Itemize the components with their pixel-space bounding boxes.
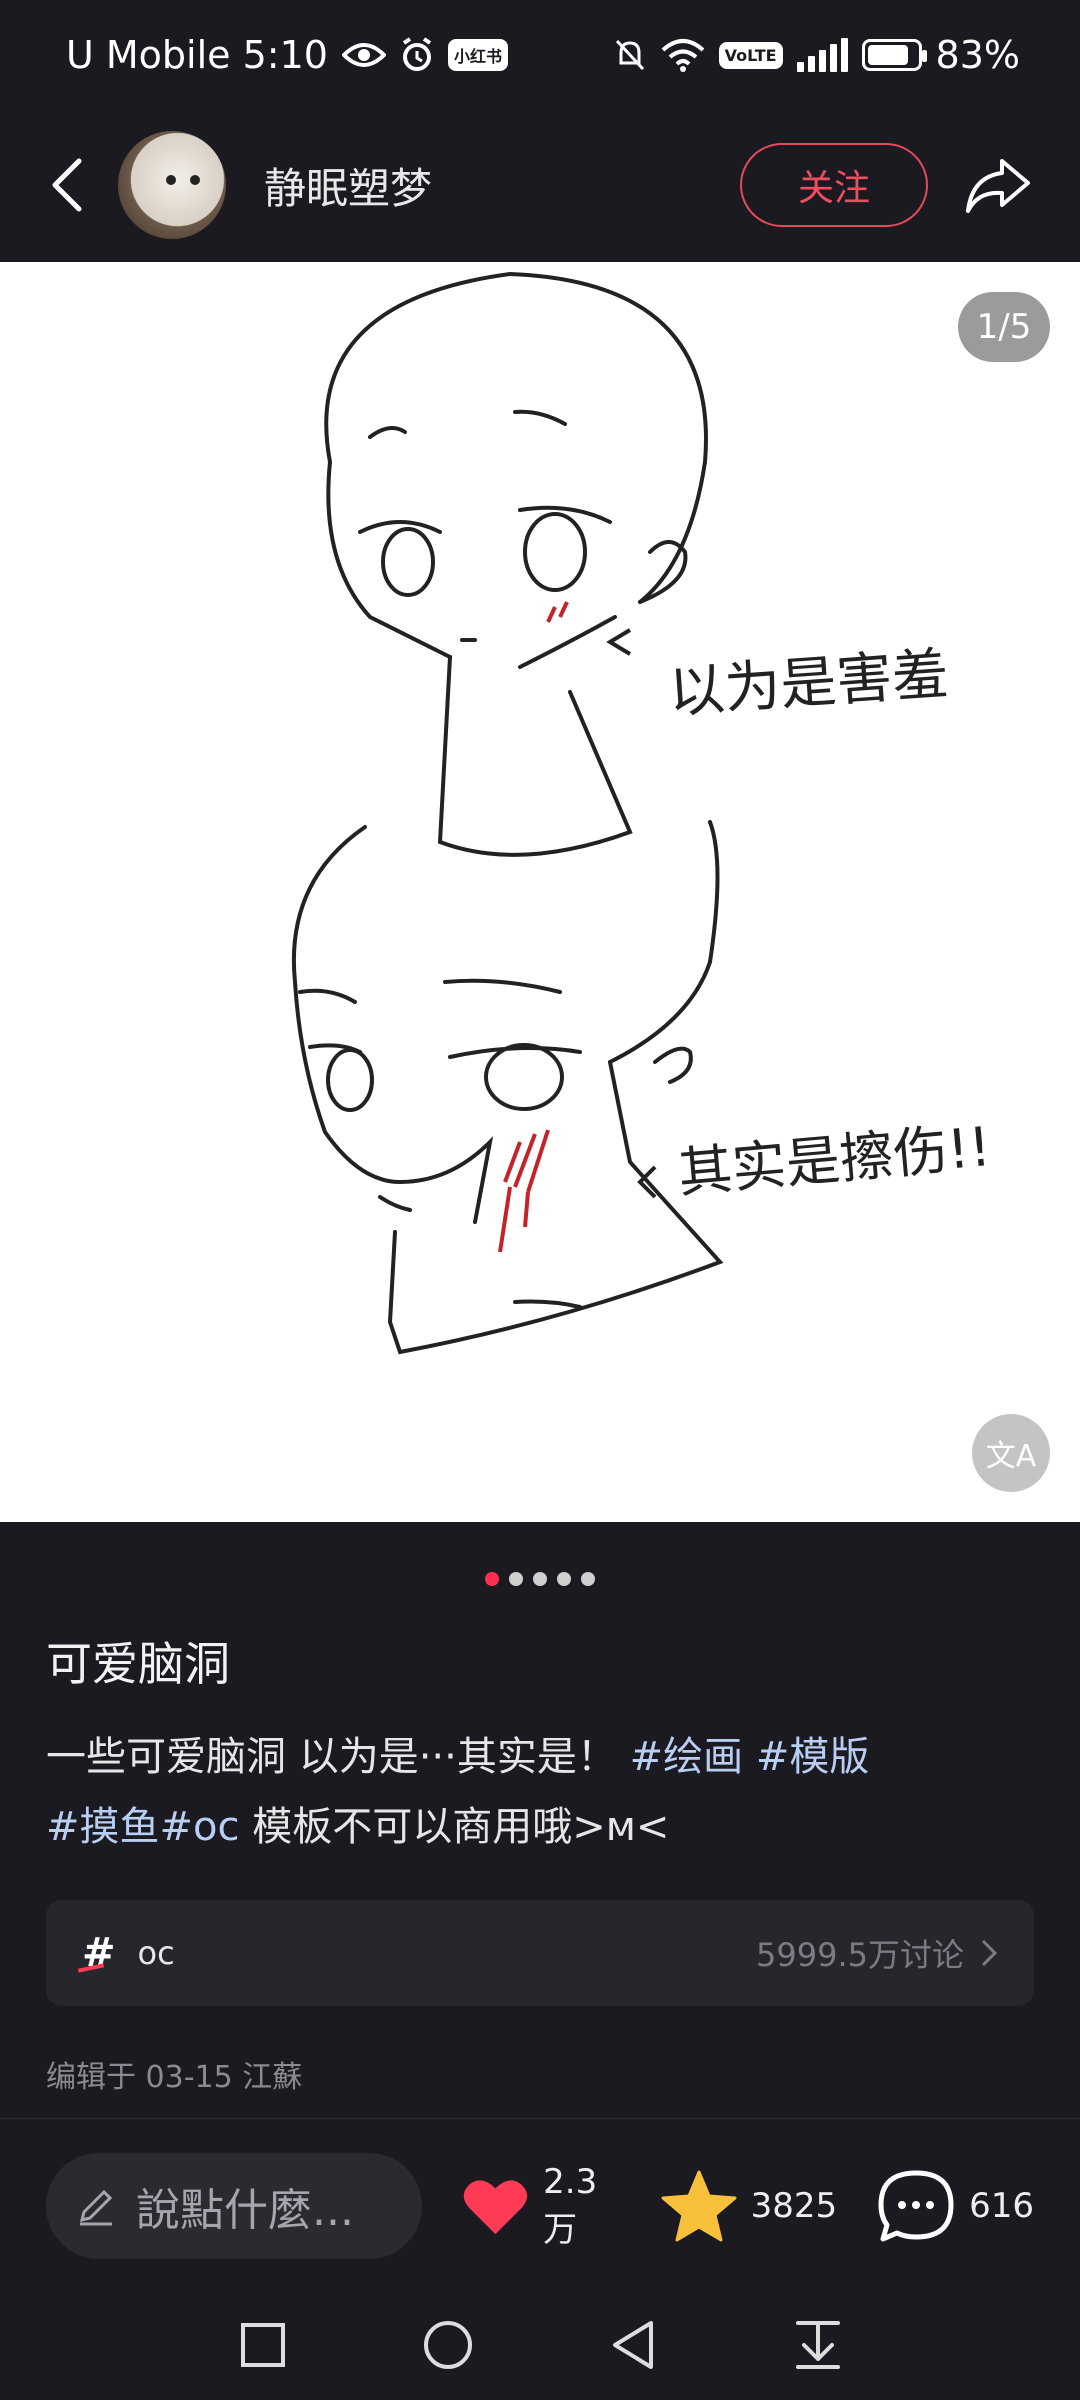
comment-count: 616 <box>969 2186 1034 2226</box>
follow-button[interactable]: 关注 <box>740 143 928 227</box>
carousel-dot <box>581 1572 595 1586</box>
collect-count: 3825 <box>750 2186 838 2226</box>
status-bar: U Mobile 5:10 小红书 VoLTE 83% <box>0 0 1080 110</box>
status-left: U Mobile 5:10 小红书 <box>66 33 508 77</box>
topic-hash-icon: # <box>82 1930 116 1976</box>
topic-card[interactable]: # oc 5999.5万讨论 <box>46 1900 1034 2006</box>
divider <box>0 2118 1080 2119</box>
carousel-indicator <box>0 1572 1080 1586</box>
comment-button[interactable]: 616 <box>877 2169 1034 2243</box>
comment-bubble-icon <box>878 2170 954 2242</box>
battery-icon <box>861 39 927 71</box>
wifi-icon <box>661 39 704 72</box>
topic-name: oc <box>137 1934 175 1972</box>
caption-top: 以为是害羞 <box>666 642 950 726</box>
back-nav-icon[interactable] <box>598 2310 668 2380</box>
carousel-dot <box>533 1572 547 1586</box>
notification-pull-icon[interactable] <box>783 2310 853 2380</box>
carousel-dot <box>557 1572 571 1586</box>
translate-button[interactable]: 文A <box>972 1414 1050 1492</box>
body-text: 模板不可以商用哦>м< <box>252 1804 670 1850</box>
note-body: 一些可爱脑洞 以为是···其实是！ #绘画 #模版 #摸鱼#oc 模板不可以商用… <box>46 1722 1036 1862</box>
collect-button[interactable]: 3825 <box>661 2170 838 2242</box>
star-icon <box>661 2170 737 2242</box>
bottom-action-bar: 說點什麼... 2.3万 3825 616 <box>0 2122 1080 2290</box>
heart-icon <box>464 2180 528 2235</box>
like-count: 2.3万 <box>543 2161 598 2250</box>
battery-percent: 83% <box>935 33 1020 77</box>
note-title: 可爱脑洞 <box>46 1637 230 1691</box>
app-badge: 小红书 <box>447 39 508 71</box>
hashtag-link[interactable]: #模版 <box>756 1734 870 1780</box>
carousel-dot <box>509 1572 523 1586</box>
signal-icon <box>796 38 848 72</box>
like-button[interactable]: 2.3万 <box>462 2162 620 2251</box>
carrier-time: U Mobile 5:10 <box>66 33 328 77</box>
page-counter: 1/5 <box>958 292 1050 362</box>
hashtag-link[interactable]: #绘画 <box>630 1734 744 1780</box>
volte-badge: VoLTE <box>718 41 783 69</box>
back-icon[interactable] <box>42 155 90 215</box>
mute-icon <box>615 39 644 71</box>
alarm-icon <box>402 37 432 71</box>
eye-icon <box>341 43 386 67</box>
carousel-dot-active <box>485 1572 499 1586</box>
status-right: VoLTE 83% <box>613 33 1020 77</box>
body-text: 一些可爱脑洞 以为是···其实是！ <box>46 1734 617 1780</box>
share-icon[interactable] <box>958 145 1038 225</box>
home-icon[interactable] <box>413 2310 483 2380</box>
hashtag-link[interactable]: #摸鱼 <box>46 1804 160 1850</box>
comment-input[interactable]: 說點什麼... <box>46 2153 423 2259</box>
caption-arrow-top <box>606 628 632 656</box>
note-header: 静眠塑梦 关注 <box>0 110 1080 260</box>
chevron-right-icon <box>981 1939 998 1967</box>
topic-count: 5999.5万讨论 <box>756 1936 964 1974</box>
recent-apps-icon[interactable] <box>228 2310 298 2380</box>
hashtag-link[interactable]: #oc <box>160 1804 240 1850</box>
note-image[interactable]: 以为是害羞 其实是擦伤!! 1/5 文A <box>0 262 1080 1522</box>
avatar[interactable] <box>118 131 226 239</box>
system-nav-bar <box>0 2290 1080 2400</box>
sketch-drawing: 以为是害羞 其实是擦伤!! <box>291 271 994 1355</box>
edit-info: 编辑于 03-15 江蘇 <box>46 2060 303 2095</box>
caption-bottom: 其实是擦伤!! <box>676 1115 994 1205</box>
comment-placeholder: 說點什麼... <box>136 2185 354 2236</box>
pencil-icon <box>79 2189 113 2226</box>
author-name[interactable]: 静眠塑梦 <box>264 155 740 216</box>
